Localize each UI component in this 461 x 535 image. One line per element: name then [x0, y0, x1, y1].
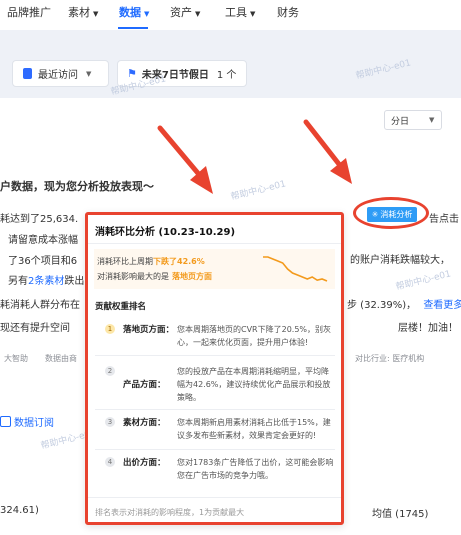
red-arrow-icon [303, 119, 352, 184]
red-arrow-icon [157, 125, 213, 194]
annotation-arrows [157, 119, 352, 194]
